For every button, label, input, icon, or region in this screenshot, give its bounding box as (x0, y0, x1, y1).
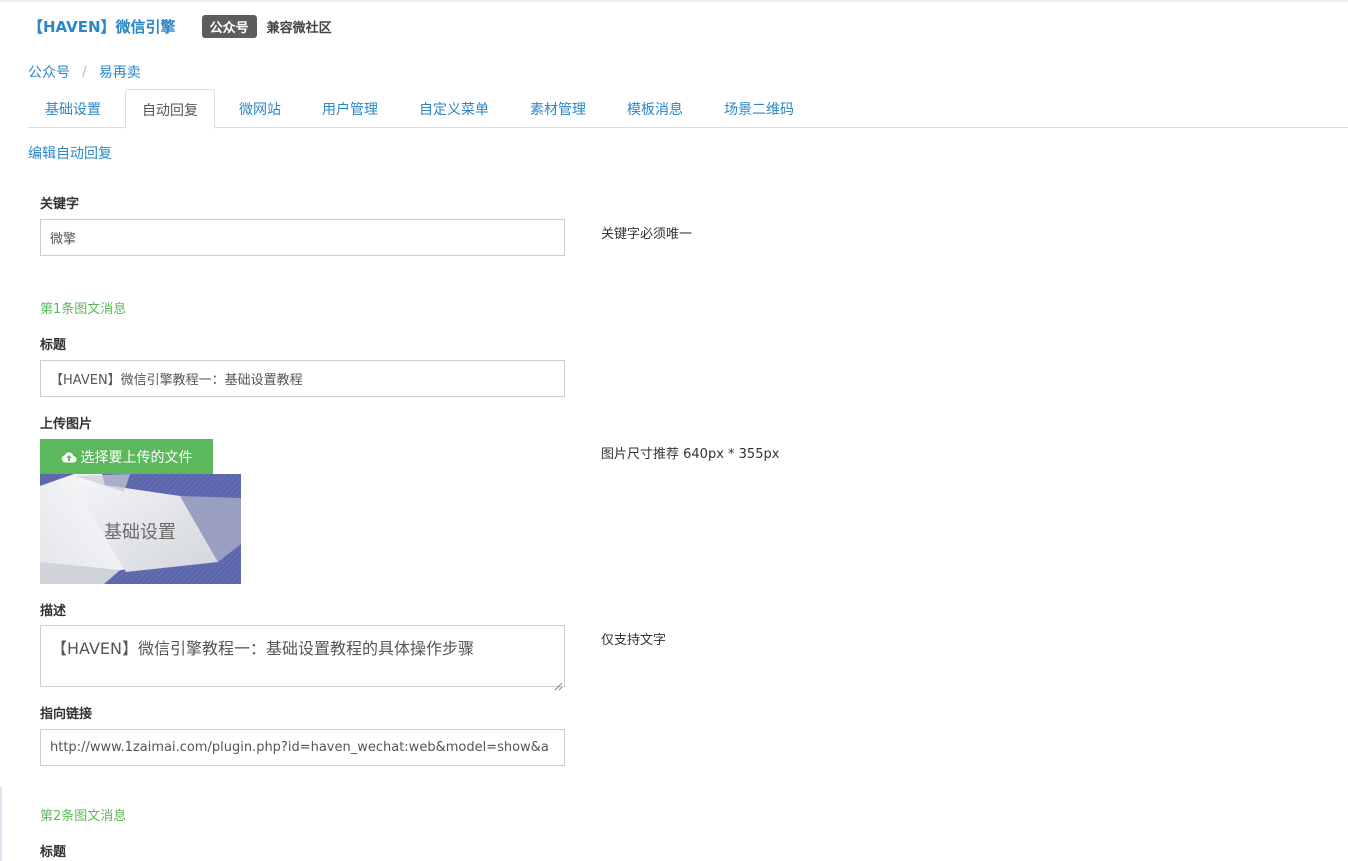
tab-scene-qrcode[interactable]: 场景二维码 (707, 89, 811, 128)
cloud-upload-icon (61, 451, 77, 463)
upload-file-button[interactable]: 选择要上传的文件 (40, 439, 213, 474)
compatibility-note: 兼容微社区 (266, 20, 332, 36)
item1-title-label: 标题 (40, 338, 67, 353)
item1-desc-label: 描述 (40, 604, 67, 619)
item1-section-title: 第1条图文消息 (40, 302, 127, 317)
item1-link-label: 指向链接 (40, 707, 93, 722)
item1-desc-textarea[interactable]: 【HAVEN】微信引擎教程一：基础设置教程的具体操作步骤 (40, 625, 565, 691)
page-subtitle[interactable]: 编辑自动回复 (28, 143, 112, 163)
upload-button-label: 选择要上传的文件 (80, 449, 193, 466)
tab-auto-reply[interactable]: 自动回复 (125, 89, 215, 129)
item1-desc-value: 【HAVEN】微信引擎教程一：基础设置教程的具体操作步骤 (51, 639, 474, 658)
app-title[interactable]: 【HAVEN】微信引擎 (28, 16, 176, 37)
breadcrumb-item-current[interactable]: 易再卖 (99, 62, 141, 82)
preview-caption: 基础设置 (104, 522, 176, 543)
image-size-hint: 图片尺寸推荐 640px * 355px (601, 447, 780, 462)
tab-material-management[interactable]: 素材管理 (513, 89, 603, 128)
breadcrumb: 公众号 / 易再卖 (28, 62, 141, 82)
item2-title-label: 标题 (40, 845, 67, 860)
breadcrumb-item-account[interactable]: 公众号 (28, 62, 70, 82)
item1-title-input[interactable]: 【HAVEN】微信引擎教程一：基础设置教程 (40, 360, 565, 397)
tab-micro-site[interactable]: 微网站 (222, 89, 298, 128)
item1-link-input[interactable]: http://www.1zaimai.com/plugin.php?id=hav… (40, 729, 565, 766)
tab-basic-settings[interactable]: 基础设置 (28, 89, 118, 128)
uploaded-image-preview: 基础设置 (40, 474, 241, 584)
header: 【HAVEN】微信引擎 公众号 兼容微社区 (28, 14, 332, 38)
tab-user-management[interactable]: 用户管理 (305, 89, 395, 128)
keyword-hint: 关键字必须唯一 (601, 227, 693, 242)
account-type-badge: 公众号 (201, 14, 257, 38)
breadcrumb-separator: / (82, 64, 87, 80)
keyword-label: 关键字 (40, 197, 80, 212)
resize-grip-icon[interactable] (554, 676, 563, 691)
keyword-input[interactable]: 微擎 (40, 219, 565, 256)
desc-hint: 仅支持文字 (601, 633, 667, 648)
top-border (0, 0, 1348, 2)
item2-section-title: 第2条图文消息 (40, 809, 127, 824)
tab-bar: 基础设置 自动回复 微网站 用户管理 自定义菜单 素材管理 模板消息 场景二维码 (28, 89, 1348, 129)
item1-image-label: 上传图片 (40, 417, 93, 432)
tab-custom-menu[interactable]: 自定义菜单 (402, 89, 506, 128)
tab-template-messages[interactable]: 模板消息 (610, 89, 700, 128)
left-rule (0, 787, 2, 861)
